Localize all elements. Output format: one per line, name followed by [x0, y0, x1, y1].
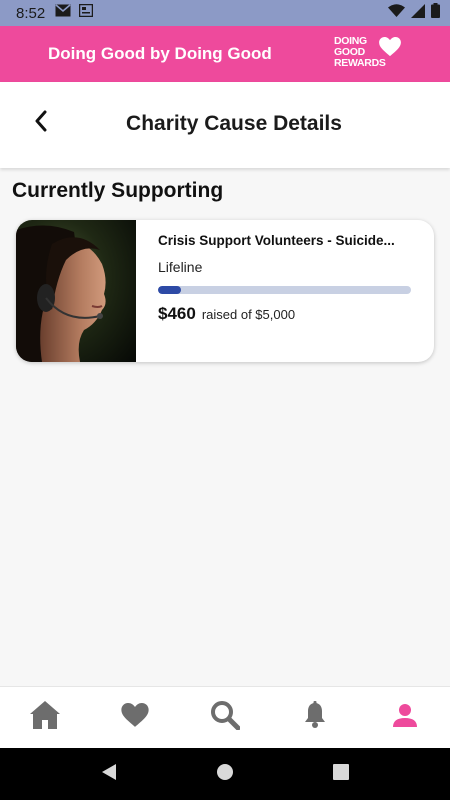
raised-goal: raised of $5,000: [201, 307, 296, 322]
signal-icon: [411, 3, 425, 23]
wifi-icon: [388, 4, 405, 22]
search-icon: [210, 700, 241, 735]
system-nav-bar: [0, 748, 450, 800]
system-recents-button[interactable]: [330, 763, 352, 785]
rewards-logo: DOING GOOD REWARDS: [334, 36, 404, 72]
gmail-icon: [55, 4, 71, 22]
nav-notifications[interactable]: [270, 687, 360, 748]
news-icon: [78, 3, 94, 22]
section-title: Currently Supporting: [12, 179, 224, 202]
brand-tagline: Doing Good by Doing Good: [48, 44, 272, 63]
logo-heart-icon: [379, 37, 401, 60]
bottom-nav: [0, 686, 450, 748]
cause-photo: [16, 220, 136, 362]
circle-home-icon: [216, 763, 234, 786]
square-recents-icon: [333, 763, 349, 785]
funding-progress-fill: [158, 286, 182, 294]
battery-icon: [431, 3, 440, 23]
cause-organization: Lifeline: [158, 259, 203, 275]
status-bar: 8:52: [0, 0, 450, 26]
funding-progress-bar: [158, 286, 411, 294]
nav-favorites[interactable]: [90, 687, 180, 748]
bell-icon: [303, 701, 327, 734]
heart-icon: [121, 702, 149, 733]
system-home-button[interactable]: [214, 763, 236, 785]
nav-search[interactable]: [180, 687, 270, 748]
triangle-back-icon: [101, 763, 117, 786]
home-icon: [29, 700, 61, 735]
cause-name: Crisis Support Volunteers - Suicide...: [158, 233, 395, 248]
raised-summary: $460 raised of $5,000: [158, 304, 295, 324]
system-back-button[interactable]: [98, 763, 120, 785]
brand-banner: Doing Good by Doing Good DOING GOOD REWA…: [0, 26, 450, 82]
page-title: Charity Cause Details: [126, 112, 342, 135]
profile-icon: [393, 703, 417, 732]
nav-profile[interactable]: [360, 687, 450, 748]
nav-home[interactable]: [0, 687, 90, 748]
raised-amount: $460: [158, 304, 196, 323]
app-header: Charity Cause Details: [0, 82, 450, 168]
status-time: 8:52: [16, 4, 46, 22]
cause-card[interactable]: Crisis Support Volunteers - Suicide... L…: [16, 220, 434, 362]
